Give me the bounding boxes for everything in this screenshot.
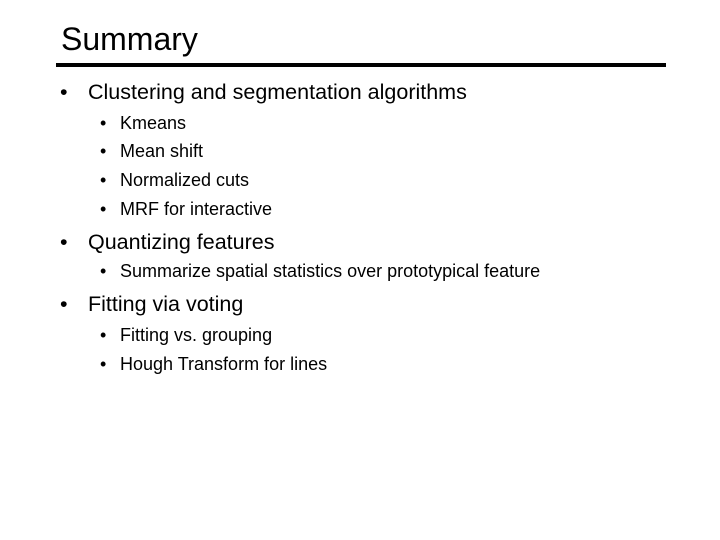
section-label: Clustering and segmentation algorithms (88, 80, 467, 104)
section-clustering: • Clustering and segmentation algorithms (60, 79, 467, 105)
list-item: • Normalized cuts (100, 169, 249, 191)
list-item: • Fitting vs. grouping (100, 324, 272, 346)
list-item: • Hough Transform for lines (100, 353, 327, 375)
bullet-icon: • (100, 170, 107, 190)
slide-title: Summary (61, 21, 198, 57)
item-label: Summarize spatial statistics over protot… (120, 261, 541, 281)
list-item: • Summarize spatial statistics over proto… (100, 260, 540, 282)
bullet-icon: • (60, 230, 68, 254)
bullet-icon: • (60, 292, 68, 316)
bullet-icon: • (60, 80, 68, 104)
item-label: Hough Transform for lines (120, 354, 328, 374)
bullet-icon: • (100, 199, 107, 219)
bullet-icon: • (100, 325, 107, 345)
bullet-icon: • (100, 141, 107, 161)
item-label: Normalized cuts (120, 170, 250, 190)
list-item: • Kmeans (100, 112, 186, 134)
item-label: Kmeans (120, 113, 187, 133)
section-quantizing: • Quantizing features (60, 229, 274, 255)
bullet-icon: • (100, 261, 107, 281)
bullet-icon: • (100, 354, 107, 374)
list-item: • Mean shift (100, 140, 203, 162)
item-label: Mean shift (120, 141, 204, 161)
bullet-icon: • (100, 113, 107, 133)
list-item: • MRF for interactive (100, 198, 272, 220)
item-label: MRF for interactive (120, 199, 273, 219)
section-label: Fitting via voting (88, 292, 244, 316)
item-label: Fitting vs. grouping (120, 325, 273, 345)
title-underline (56, 63, 666, 67)
section-label: Quantizing features (88, 230, 275, 254)
section-fitting: • Fitting via voting (60, 291, 243, 317)
